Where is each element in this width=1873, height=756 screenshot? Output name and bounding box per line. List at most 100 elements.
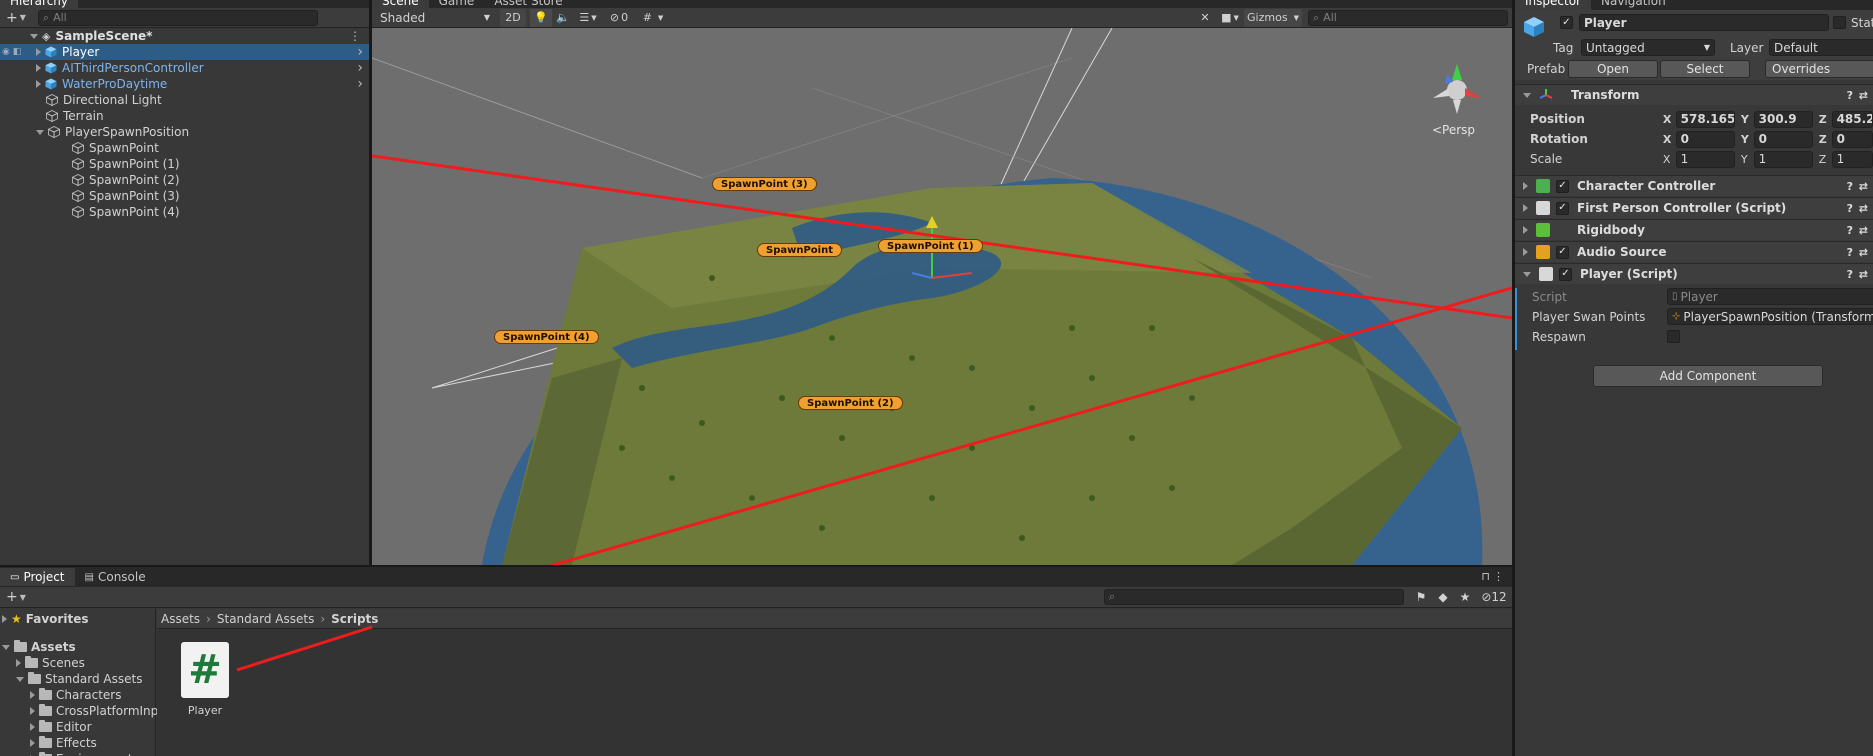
hierarchy-item[interactable]: SpawnPoint (1) <box>0 156 369 172</box>
add-icon[interactable]: + <box>6 589 18 605</box>
spawn-points-field[interactable]: ⊹ PlayerSpawnPosition (Transform) <box>1667 308 1873 325</box>
hierarchy-item[interactable]: Terrain <box>0 108 369 124</box>
effects-toggle[interactable]: ☰ ▼ <box>574 9 602 27</box>
position-y-field[interactable]: 300.9 <box>1753 110 1813 128</box>
object-name-field[interactable]: Player <box>1579 14 1829 31</box>
hierarchy-item[interactable]: SpawnPoint (2) <box>0 172 369 188</box>
hierarchy-item[interactable]: AIThirdPersonController › <box>0 60 369 76</box>
expand-icon[interactable] <box>1523 182 1528 190</box>
expand-icon[interactable] <box>36 64 41 72</box>
add-icon[interactable]: + <box>6 10 18 26</box>
help-icon[interactable]: ? <box>1847 224 1853 237</box>
audio-toggle[interactable]: 🔈 <box>552 9 574 27</box>
project-search-input[interactable]: ⌕ <box>1104 589 1404 605</box>
settings-icon[interactable]: ⇄ <box>1859 89 1868 102</box>
add-component-button[interactable]: Add Component <box>1593 365 1823 387</box>
help-icon[interactable]: ? <box>1847 246 1853 259</box>
filter-type-icon[interactable]: ⚑ <box>1410 590 1432 604</box>
hierarchy-item[interactable]: SpawnPoint <box>0 140 369 156</box>
prefab-overrides-button[interactable]: Overrides <box>1765 60 1873 78</box>
tools-button[interactable]: ✕ <box>1194 9 1216 27</box>
project-folder-row[interactable]: Environment <box>0 751 133 756</box>
tag-dropdown[interactable]: Untagged ▼ <box>1581 39 1715 56</box>
tab-navigation[interactable]: Navigation <box>1591 0 1676 10</box>
active-checkbox[interactable]: ✓ <box>1560 16 1573 29</box>
component-enabled-checkbox[interactable]: ✓ <box>1556 201 1569 215</box>
expand-icon[interactable] <box>36 48 41 56</box>
tab-console[interactable]: ▤ Console <box>75 568 156 586</box>
transform-header[interactable]: Transform ? ⇄ <box>1515 84 1873 105</box>
scene-row[interactable]: ◈ SampleScene* ⋮ <box>0 28 369 44</box>
chevron-down-icon[interactable]: ▼ <box>20 593 26 602</box>
help-icon[interactable]: ? <box>1847 268 1853 281</box>
component-header[interactable]: ✓ Player (Script)? ⇄ <box>1515 263 1873 284</box>
project-folder-row[interactable]: Characters <box>0 687 122 703</box>
component-enabled-checkbox[interactable]: ✓ <box>1556 179 1569 193</box>
help-icon[interactable]: ? <box>1847 180 1853 193</box>
component-enabled-checkbox[interactable]: ✓ <box>1556 245 1569 259</box>
persp-label[interactable]: <Persp <box>1432 123 1475 137</box>
filter-label-icon[interactable]: ◆ <box>1432 590 1454 604</box>
hierarchy-item[interactable]: SpawnPoint (4) <box>0 204 369 220</box>
component-header[interactable]: ✓ Character Controller? ⇄ <box>1515 175 1873 196</box>
project-folder-row[interactable]: Effects <box>0 735 97 751</box>
expand-icon[interactable] <box>30 691 35 699</box>
prefab-select-button[interactable]: Select <box>1660 60 1750 78</box>
position-x-field[interactable]: 578.165 <box>1675 110 1735 128</box>
scene-viewport[interactable]: <Persp SpawnPoint (3) SpawnPoint SpawnPoin… <box>372 28 1512 565</box>
prefab-open-button[interactable]: Open <box>1568 60 1658 78</box>
project-folder-row[interactable]: Scenes <box>0 655 85 671</box>
expand-icon[interactable] <box>30 707 35 715</box>
project-folder-row[interactable]: Standard Assets <box>0 671 142 687</box>
favorites-row[interactable]: ★ Favorites <box>0 611 88 627</box>
spawn-point-label[interactable]: SpawnPoint (1) <box>878 239 983 253</box>
expand-icon[interactable] <box>30 739 35 747</box>
expand-icon[interactable] <box>16 659 21 667</box>
lighting-toggle[interactable]: 💡 <box>530 8 552 27</box>
gizmos-dropdown[interactable]: Gizmos ▼ <box>1244 8 1302 27</box>
hierarchy-item[interactable]: PlayerSpawnPosition <box>0 124 369 140</box>
settings-icon[interactable]: ⇄ <box>1859 224 1868 237</box>
project-folder-row[interactable]: Editor <box>0 719 92 735</box>
help-icon[interactable]: ? <box>1847 89 1853 102</box>
hidden-packages-icon[interactable]: ⊘12 <box>1476 590 1512 604</box>
2d-toggle[interactable]: 2D <box>500 8 526 27</box>
spawn-point-label[interactable]: SpawnPoint (2) <box>798 396 903 410</box>
component-header[interactable]: ✓ Audio Source? ⇄ <box>1515 241 1873 262</box>
hierarchy-search-input[interactable]: ⌕ All <box>37 9 318 26</box>
chevron-right-icon[interactable]: › <box>357 60 363 76</box>
visibility-icon[interactable]: ◉ ◧ <box>2 47 21 57</box>
project-folder-row[interactable]: Assets <box>0 639 76 655</box>
component-header[interactable]: ✓ First Person Controller (Script)? ⇄ <box>1515 197 1873 218</box>
project-folder-row[interactable]: CrossPlatformInput <box>0 703 171 719</box>
layer-dropdown[interactable]: Default <box>1769 39 1873 56</box>
expand-icon[interactable] <box>16 676 24 682</box>
spawn-point-label[interactable]: SpawnPoint (3) <box>712 177 817 191</box>
expand-icon[interactable] <box>36 80 41 88</box>
respawn-checkbox[interactable] <box>1667 330 1680 343</box>
expand-icon[interactable] <box>30 723 35 731</box>
component-enabled-checkbox[interactable]: ✓ <box>1559 267 1572 281</box>
spawn-point-label[interactable]: SpawnPoint (4) <box>494 330 599 344</box>
scale-z-field[interactable]: 1 <box>1831 150 1873 168</box>
scene-search-input[interactable]: ⌕ All <box>1308 9 1508 26</box>
scene-menu-icon[interactable]: ⋮ <box>349 29 361 43</box>
expand-icon[interactable] <box>2 644 10 650</box>
scale-x-field[interactable]: 1 <box>1675 150 1735 168</box>
expand-icon[interactable] <box>1523 271 1531 277</box>
favorite-star-icon[interactable]: ★ <box>1454 590 1476 604</box>
rotation-x-field[interactable]: 0 <box>1675 130 1735 148</box>
grid-toggle[interactable]: # ▼ <box>636 9 670 27</box>
expand-icon[interactable] <box>1523 204 1528 212</box>
expand-icon[interactable] <box>1523 226 1528 234</box>
hierarchy-item[interactable]: WaterProDaytime › <box>0 76 369 92</box>
scale-y-field[interactable]: 1 <box>1753 150 1813 168</box>
chevron-right-icon[interactable]: › <box>357 44 363 60</box>
hierarchy-item[interactable]: Player › ◉ ◧ <box>0 44 369 60</box>
scene-visibility-toggle[interactable]: ⊘ 0 <box>602 9 636 27</box>
component-header[interactable]: Rigidbody? ⇄ <box>1515 219 1873 240</box>
position-z-field[interactable]: 485.2 <box>1831 110 1873 128</box>
chevron-down-icon[interactable]: ▼ <box>20 13 26 22</box>
tab-project[interactable]: ▭ Project <box>0 568 75 586</box>
tab-inspector[interactable]: Inspector <box>1515 0 1591 10</box>
